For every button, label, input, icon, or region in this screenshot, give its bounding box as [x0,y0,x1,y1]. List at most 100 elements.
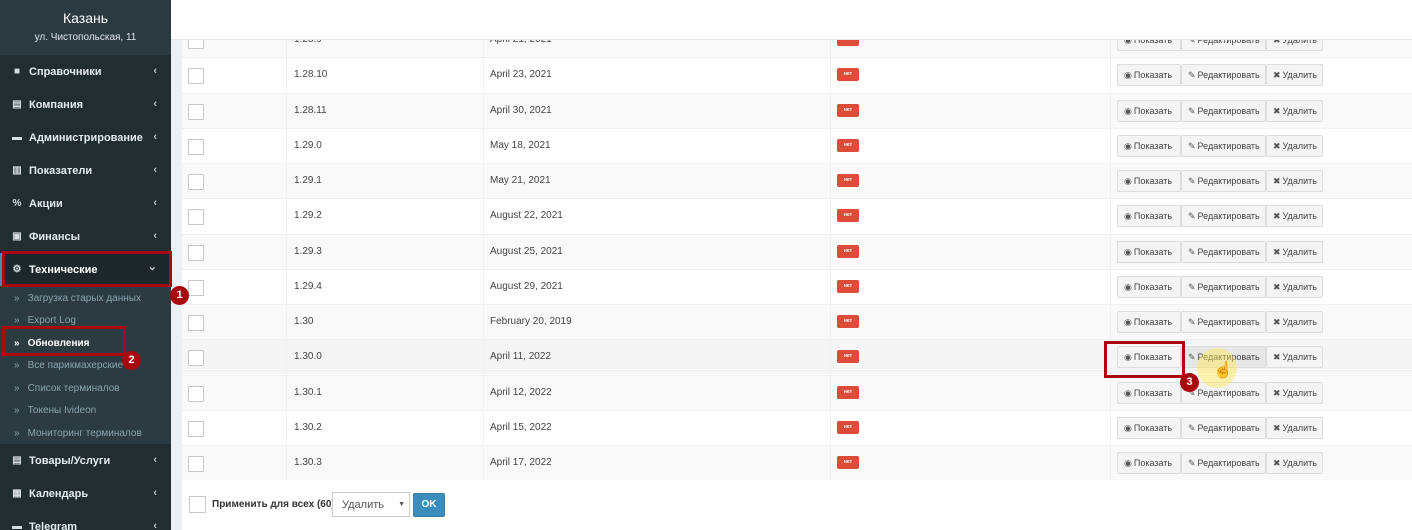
delete-button[interactable]: ✖Удалить [1266,276,1323,298]
date-cell: April 12, 2022 [490,387,552,398]
row-checkbox[interactable] [188,209,204,225]
submenu-item-terminals[interactable]: » Список терминалов [0,377,171,399]
delete-button[interactable]: ✖Удалить [1266,135,1323,157]
show-button[interactable]: ◉Показать [1117,64,1181,86]
close-icon: ✖ [1273,316,1281,327]
show-button[interactable]: ◉Показать [1117,100,1181,122]
edit-label: Редактировать [1197,423,1260,433]
sidebar-item-goods-services[interactable]: ▤ Товары/Услуги ‹ [0,444,171,477]
submenu-item-ivideon-tokens[interactable]: » Токены Ivideon [0,399,171,421]
edit-button[interactable]: ✎Редактировать [1181,100,1266,122]
column-divider [286,40,287,57]
sidebar-item-spravochniki[interactable]: ■ Справочники ‹ [0,55,171,88]
show-button[interactable]: ◉Показать [1117,417,1181,439]
date-cell: April 11, 2022 [490,351,551,362]
delete-button[interactable]: ✖Удалить [1266,100,1323,122]
delete-button[interactable]: ✖Удалить [1266,452,1323,474]
sidebar-item-finance[interactable]: ▣ Финансы ‹ [0,220,171,253]
row-checkbox[interactable] [188,40,204,49]
column-divider [830,129,831,163]
row-checkbox[interactable] [188,139,204,155]
delete-button[interactable]: ✖Удалить [1266,205,1323,227]
row-checkbox[interactable] [188,421,204,437]
top-navbar [171,0,1412,40]
edit-button[interactable]: ✎Редактировать [1181,170,1266,192]
delete-button[interactable]: ✖Удалить [1266,241,1323,263]
column-divider [1110,411,1111,445]
sidebar-item-telegram[interactable]: ▬ Telegram ‹ [0,510,171,530]
column-divider [830,58,831,92]
sidebar-item-administration[interactable]: ▬ Администрирование ‹ [0,121,171,154]
status-badge: нет [837,280,859,293]
show-button[interactable]: ◉Показать [1117,382,1181,404]
column-divider [286,94,287,128]
show-button[interactable]: ◉Показать [1117,276,1181,298]
show-button[interactable]: ◉Показать [1117,311,1181,333]
select-all-checkbox[interactable] [189,496,206,513]
row-checkbox[interactable] [188,68,204,84]
edit-button[interactable]: ✎Редактировать [1181,311,1266,333]
delete-label: Удалить [1282,176,1317,186]
sidebar-item-indicators[interactable]: ▥ Показатели ‹ [0,154,171,187]
row-checkbox[interactable] [188,386,204,402]
show-button[interactable]: ◉Показать [1117,205,1181,227]
sidebar-item-company[interactable]: ▤ Компания ‹ [0,88,171,121]
row-checkbox[interactable] [188,456,204,472]
show-button[interactable]: ◉Показать [1117,40,1181,51]
eye-icon: ◉ [1124,387,1132,398]
delete-button[interactable]: ✖Удалить [1266,40,1323,51]
row-checkbox[interactable] [188,104,204,120]
sidebar-item-promotions[interactable]: % Акции ‹ [0,187,171,220]
sidebar-item-label: Показатели [29,164,93,177]
bulk-action-select[interactable]: Удалить ▼ [332,492,410,517]
sidebar-item-calendar[interactable]: ▦ Календарь ‹ [0,477,171,510]
table-row: 1.29.0 May 18, 2021 нет ◉ Показать ✎ Редактиро… [182,128,1412,163]
delete-button[interactable]: ✖Удалить [1266,417,1323,439]
edit-button[interactable]: ✎Редактировать [1181,241,1266,263]
edit-button[interactable]: ✎Редактировать [1181,276,1266,298]
submenu-item-label: Export Log [27,314,76,326]
table-row: 1.30.3 April 17, 2022 нет ◉ Показать ✎ Редакти… [182,445,1412,480]
column-divider [830,94,831,128]
submenu-item-old-data[interactable]: » Загрузка старых данных [0,287,171,309]
delete-button[interactable]: ✖Удалить [1266,346,1323,368]
version-cell: 1.29.1 [294,175,322,186]
delete-button[interactable]: ✖Удалить [1266,382,1323,404]
row-checkbox[interactable] [188,280,204,296]
eye-icon: ◉ [1124,105,1132,116]
callout-frame-show-button [1104,341,1185,378]
submenu-item-label: Загрузка старых данных [27,292,141,304]
sidebar-item-label: Администрирование [29,131,143,144]
row-checkbox[interactable] [188,245,204,261]
submenu-item-terminal-monitoring[interactable]: » Мониторинг терминалов [0,422,171,444]
double-angle-icon: » [14,404,20,416]
show-button[interactable]: ◉Показать [1117,135,1181,157]
edit-button[interactable]: ✎Редактировать [1181,452,1266,474]
delete-label: Удалить [1282,423,1317,433]
delete-button[interactable]: ✖Удалить [1266,311,1323,333]
delete-button[interactable]: ✖Удалить [1266,64,1323,86]
delete-label: Удалить [1282,282,1317,292]
edit-button[interactable]: ✎Редактировать [1181,417,1266,439]
row-checkbox[interactable] [188,174,204,190]
edit-button[interactable]: ✎Редактировать [1181,64,1266,86]
submenu-item-barbershops[interactable]: » Все парикмахерские [0,354,171,376]
delete-button[interactable]: ✖Удалить [1266,170,1323,192]
delete-label: Удалить [1282,388,1317,398]
row-checkbox[interactable] [188,350,204,366]
show-button[interactable]: ◉Показать [1117,452,1181,474]
pencil-icon: ✎ [1188,69,1196,80]
show-label: Показать [1133,176,1173,186]
show-label: Показать [1133,282,1173,292]
edit-button[interactable]: ✎Редактировать [1181,40,1266,51]
edit-button[interactable]: ✎Редактировать [1181,205,1266,227]
show-button[interactable]: ◉Показать [1117,241,1181,263]
double-angle-icon: » [14,314,20,326]
edit-button[interactable]: ✎Редактировать [1181,135,1266,157]
show-button[interactable]: ◉Показать [1117,170,1181,192]
table-row: 1.29.1 May 21, 2021 нет ◉ Показать ✎ Редактиро… [182,163,1412,198]
ok-button[interactable]: OK [413,493,445,517]
pencil-icon: ✎ [1188,246,1196,257]
row-checkbox[interactable] [188,315,204,331]
eye-icon: ◉ [1124,69,1132,80]
